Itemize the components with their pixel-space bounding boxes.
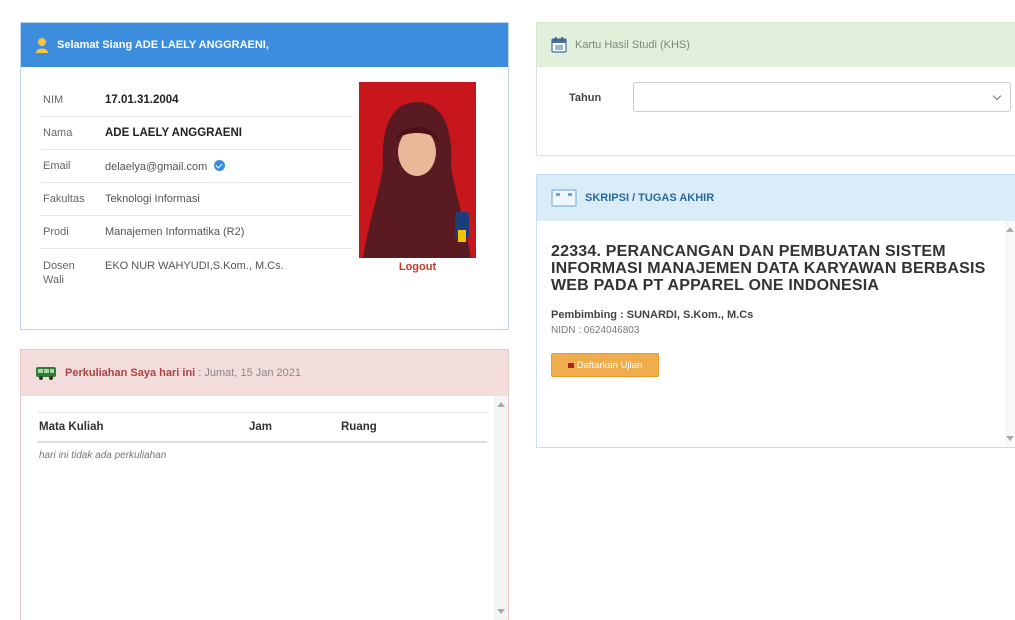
kuliah-table: Mata Kuliah Jam Ruang hari ini tidak ada… bbox=[37, 412, 487, 468]
info-label: Email bbox=[43, 160, 71, 172]
calendar-icon bbox=[551, 37, 567, 53]
nama-value: ADE LAELY ANGGRAENI bbox=[105, 127, 242, 139]
screen-icon bbox=[551, 189, 577, 207]
chevron-down-icon bbox=[992, 91, 1002, 101]
info-row-dosen-wali: Dosen Wali EKO NUR WAHYUDI,S.Kom., M.Cs. bbox=[41, 248, 353, 296]
table-row: hari ini tidak ada perkuliahan bbox=[37, 442, 487, 468]
user-icon bbox=[35, 37, 49, 53]
bus-icon bbox=[35, 365, 57, 381]
scroll-up-arrow-icon[interactable] bbox=[497, 402, 505, 407]
dosen-wali-value: EKO NUR WAHYUDI,S.Kom., M.Cs. bbox=[105, 260, 284, 272]
info-label: Dosen Wali bbox=[43, 260, 75, 286]
khs-title: Kartu Hasil Studi (KHS) bbox=[575, 39, 690, 51]
greeting-text: Selamat Siang ADE LAELY ANGGRAENI, bbox=[57, 39, 269, 51]
info-row-nama: Nama ADE LAELY ANGGRAENI bbox=[41, 116, 353, 149]
info-row-prodi: Prodi Manajemen Informatika (R2) bbox=[41, 215, 353, 248]
skripsi-panel-header: SKRIPSI / TUGAS AKHIR bbox=[537, 175, 1015, 221]
col-ruang: Ruang bbox=[339, 412, 487, 443]
khs-panel-header: Kartu Hasil Studi (KHS) bbox=[537, 23, 1015, 67]
skripsi-scrollbar[interactable] bbox=[1005, 221, 1015, 447]
daftarkan-ujian-label: Daftarkan Ujian bbox=[576, 359, 643, 371]
kuliah-panel-header: Perkuliahan Saya hari ini : Jumat, 15 Ja… bbox=[21, 350, 508, 396]
profile-info: NIM 17.01.31.2004 Nama ADE LAELY ANGGRAE… bbox=[41, 83, 353, 296]
kuliah-date: Jumat, 15 Jan 2021 bbox=[204, 367, 302, 379]
verified-check-icon bbox=[214, 159, 226, 171]
skripsi-judul: 22334. PERANCANGAN DAN PEMBUATAN SISTEM … bbox=[551, 243, 986, 294]
skripsi-panel: SKRIPSI / TUGAS AKHIR 22334. PERANCANGAN… bbox=[536, 174, 1015, 448]
info-row-email: Email delaelya@gmail.com bbox=[41, 149, 353, 182]
scroll-up-arrow-icon[interactable] bbox=[1006, 227, 1014, 232]
scroll-down-arrow-icon[interactable] bbox=[1006, 436, 1014, 441]
tahun-label: Tahun bbox=[569, 92, 602, 104]
kuliah-panel: Perkuliahan Saya hari ini : Jumat, 15 Ja… bbox=[20, 349, 509, 620]
fakultas-value: Teknologi Informasi bbox=[105, 193, 200, 205]
info-label: NIM bbox=[43, 93, 64, 106]
info-label: Prodi bbox=[43, 226, 69, 238]
kuliah-date-sep: : bbox=[195, 367, 205, 379]
skripsi-title: SKRIPSI / TUGAS AKHIR bbox=[585, 192, 715, 204]
profile-photo bbox=[359, 82, 476, 258]
khs-panel: Kartu Hasil Studi (KHS) Tahun bbox=[536, 22, 1015, 156]
kuliah-scrollbar[interactable] bbox=[494, 396, 508, 620]
col-mata-kuliah: Mata Kuliah bbox=[37, 412, 247, 443]
register-icon bbox=[567, 362, 574, 368]
tahun-select[interactable] bbox=[633, 82, 1011, 112]
info-row-fakultas: Fakultas Teknologi Informasi bbox=[41, 182, 353, 215]
col-jam: Jam bbox=[247, 412, 339, 443]
logout-link[interactable]: Logout bbox=[359, 261, 476, 273]
info-label: Nama bbox=[43, 127, 73, 139]
scroll-down-arrow-icon[interactable] bbox=[497, 609, 505, 614]
profile-panel: Selamat Siang ADE LAELY ANGGRAENI, NIM 1… bbox=[20, 22, 509, 330]
skripsi-nidn: NIDN : 0624046803 bbox=[551, 325, 640, 336]
email-value: delaelya@gmail.com bbox=[105, 160, 208, 173]
kuliah-title: Perkuliahan Saya hari ini bbox=[65, 367, 196, 379]
prodi-value: Manajemen Informatika (R2) bbox=[105, 226, 245, 238]
profile-panel-header: Selamat Siang ADE LAELY ANGGRAENI, bbox=[21, 23, 508, 67]
info-label: Fakultas bbox=[43, 193, 85, 205]
skripsi-pembimbing: Pembimbing : SUNARDI, S.Kom., M.Cs bbox=[551, 309, 754, 321]
email-cell: delaelya@gmail.com bbox=[105, 159, 353, 173]
daftarkan-ujian-button[interactable]: Daftarkan Ujian bbox=[551, 353, 659, 377]
empty-message: hari ini tidak ada perkuliahan bbox=[39, 450, 167, 461]
nim-value: 17.01.31.2004 bbox=[105, 93, 179, 106]
info-row-nim: NIM 17.01.31.2004 bbox=[41, 83, 353, 116]
kuliah-table-header: Mata Kuliah Jam Ruang bbox=[37, 412, 487, 443]
